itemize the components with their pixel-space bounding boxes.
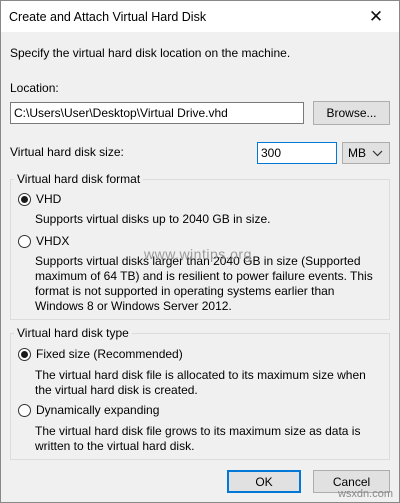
type-dynamic-radio[interactable]: Dynamically expanding bbox=[18, 403, 159, 417]
format-vhdx-label: VHDX bbox=[36, 234, 70, 248]
radio-selected-icon bbox=[18, 347, 31, 361]
format-vhdx-description: Supports virtual disks larger than 2040 … bbox=[35, 254, 373, 313]
chevron-down-icon bbox=[372, 150, 383, 157]
format-legend: Virtual hard disk format bbox=[17, 172, 141, 186]
wsxdn-watermark: wsxdn.com bbox=[337, 488, 393, 500]
browse-button[interactable]: Browse... bbox=[313, 101, 390, 125]
type-legend: Virtual hard disk type bbox=[17, 326, 129, 340]
window-title: Create and Attach Virtual Hard Disk bbox=[9, 9, 207, 24]
create-attach-vhd-dialog: Create and Attach Virtual Hard Disk ✕ Sp… bbox=[0, 0, 400, 503]
radio-unselected-icon bbox=[18, 234, 31, 248]
close-icon: ✕ bbox=[368, 6, 384, 26]
size-unit-value: MB bbox=[348, 146, 366, 160]
type-fixed-radio[interactable]: Fixed size (Recommended) bbox=[18, 347, 183, 361]
type-fixed-description: The virtual hard disk file is allocated … bbox=[35, 368, 366, 397]
wintips-watermark: www.wintips.org bbox=[144, 246, 252, 262]
size-label: Virtual hard disk size: bbox=[10, 145, 124, 159]
type-fixed-label: Fixed size (Recommended) bbox=[36, 347, 183, 361]
size-unit-dropdown[interactable]: MB bbox=[342, 142, 390, 164]
type-dynamic-description: The virtual hard disk file grows to its … bbox=[35, 424, 361, 453]
format-vhd-radio[interactable]: VHD bbox=[18, 192, 61, 206]
format-vhdx-radio[interactable]: VHDX bbox=[18, 234, 69, 248]
location-label: Location: bbox=[10, 81, 59, 95]
type-dynamic-label: Dynamically expanding bbox=[36, 403, 160, 417]
size-input[interactable] bbox=[257, 142, 337, 164]
close-button[interactable]: ✕ bbox=[353, 1, 399, 32]
format-vhd-description: Supports virtual disks up to 2040 GB in … bbox=[35, 212, 271, 226]
location-input[interactable] bbox=[10, 102, 304, 124]
instructions-text: Specify the virtual hard disk location o… bbox=[10, 46, 291, 60]
ok-button[interactable]: OK bbox=[227, 470, 301, 493]
title-bar[interactable]: Create and Attach Virtual Hard Disk ✕ bbox=[1, 1, 399, 32]
format-vhd-label: VHD bbox=[36, 192, 62, 206]
radio-selected-icon bbox=[18, 192, 31, 206]
radio-unselected-icon bbox=[18, 403, 31, 417]
